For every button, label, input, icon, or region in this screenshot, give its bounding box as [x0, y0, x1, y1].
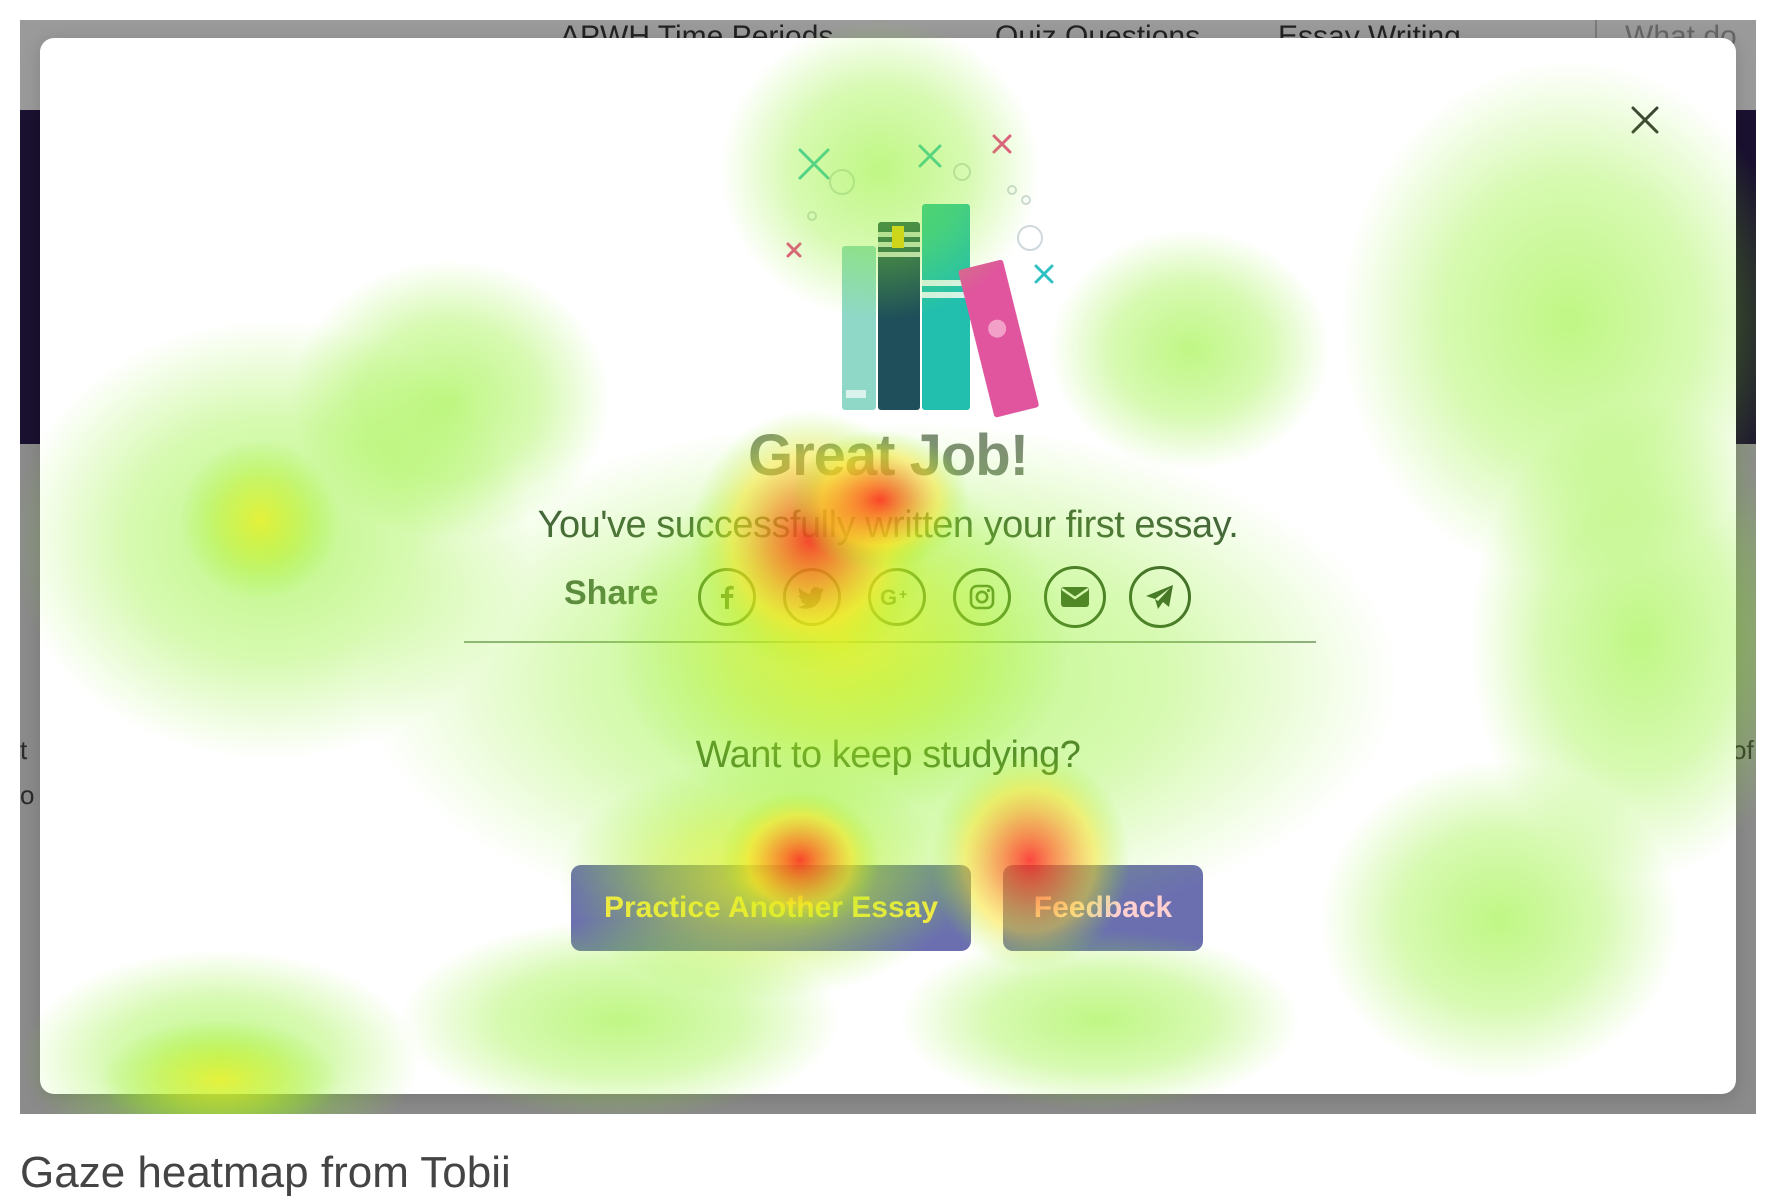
twitter-icon — [797, 587, 824, 609]
figure-caption: Gaze heatmap from Tobii — [20, 1148, 511, 1197]
keep-studying-prompt: Want to keep studying? — [695, 734, 1081, 776]
svg-text:G: G — [880, 585, 897, 610]
twitter-share-button[interactable] — [783, 568, 841, 626]
instagram-icon — [969, 584, 995, 610]
books-illustration — [740, 98, 1080, 418]
google-plus-share-button[interactable]: G + — [868, 568, 926, 626]
telegram-icon — [1146, 585, 1173, 609]
modal-subtitle: You've successfully written your first e… — [537, 504, 1239, 546]
email-share-button[interactable] — [1044, 566, 1106, 628]
page-text-fragment: t — [20, 735, 28, 765]
close-icon[interactable] — [1625, 100, 1665, 140]
practice-another-essay-button[interactable]: Practice Another Essay — [571, 865, 971, 951]
telegram-share-button[interactable] — [1129, 566, 1191, 628]
feedback-button[interactable]: Feedback — [1003, 865, 1203, 951]
google-plus-icon: G + — [880, 585, 907, 610]
modal-title: Great Job! — [747, 423, 1029, 488]
screenshot-stage: APWH Time Periods Quiz Questions Essay W… — [0, 0, 1776, 1204]
facebook-icon — [721, 585, 734, 609]
share-divider — [464, 641, 1316, 643]
email-icon — [1061, 587, 1089, 607]
share-label: Share — [564, 574, 659, 612]
svg-text:+: + — [899, 586, 907, 602]
success-modal: Great Job! You've successfully written y… — [40, 38, 1736, 1094]
instagram-share-button[interactable] — [953, 568, 1011, 626]
facebook-share-button[interactable] — [698, 568, 756, 626]
page-text-fragment: o — [20, 780, 35, 810]
